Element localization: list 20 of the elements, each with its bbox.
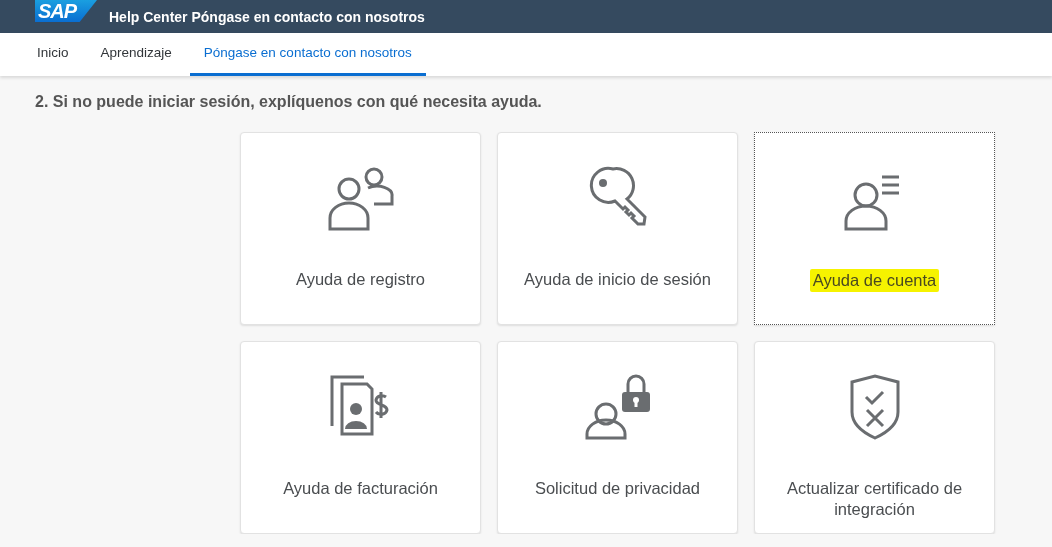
sap-logo[interactable]: SAP	[35, 0, 97, 22]
nav-tab[interactable]: Póngase en contacto con nosotros	[189, 33, 426, 76]
card-label: Ayuda de registro	[295, 269, 426, 290]
help-option-card[interactable]: Ayuda de facturación	[240, 341, 481, 534]
card-label: Ayuda de cuenta	[809, 269, 940, 292]
user-lock-icon	[584, 374, 651, 440]
nav-tab[interactable]: Inicio	[23, 33, 83, 76]
section-heading: 2. Si no puede iniciar sesión, explíquenos con qué necesita ayuda.	[35, 93, 543, 111]
card-label: Actualizar certificado de integración	[785, 478, 964, 520]
help-option-card[interactable]: Actualizar certificado de integración	[754, 341, 995, 534]
card-label: Solicitud de privacidad	[533, 478, 702, 499]
nav-tab[interactable]: Aprendizaje	[86, 33, 186, 76]
two-users-icon	[327, 165, 394, 231]
help-option-card[interactable]: Ayuda de registro	[240, 132, 481, 325]
help-option-card[interactable]: Solicitud de privacidad	[497, 341, 738, 534]
header-title: Help Center Póngase en contacto con nosotros	[109, 8, 425, 25]
card-label: Ayuda de inicio de sesión	[523, 269, 712, 290]
help-option-card[interactable]: Ayuda de cuenta	[754, 132, 995, 325]
card-label: Ayuda de facturación	[282, 478, 439, 499]
help-option-card[interactable]: Ayuda de inicio de sesión	[497, 132, 738, 325]
